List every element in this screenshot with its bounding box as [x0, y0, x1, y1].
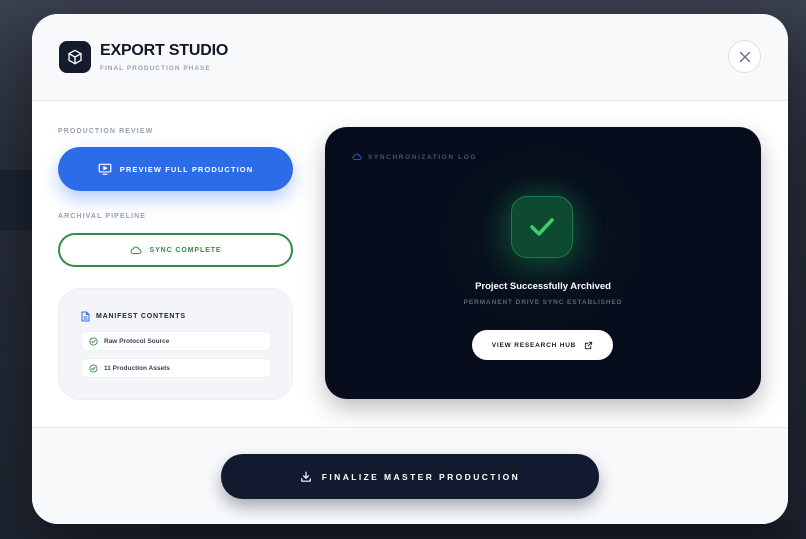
archival-pipeline-label: ARCHIVAL PIPELINE — [58, 213, 147, 220]
sync-complete-button[interactable]: SYNC COMPLETE — [58, 233, 293, 267]
close-button[interactable] — [728, 40, 761, 73]
monitor-play-icon — [98, 163, 112, 175]
document-icon — [81, 311, 90, 322]
check-circle-icon — [89, 363, 98, 373]
manifest-item-label: 11 Production Assets — [104, 364, 170, 372]
list-item: Raw Protocol Source — [81, 331, 271, 351]
archive-status-headline: Project Successfully Archived — [475, 281, 611, 292]
close-icon — [739, 51, 750, 62]
production-review-label: PRODUCTION REVIEW — [58, 128, 154, 135]
modal-footer: FINALIZE MASTER PRODUCTION — [32, 427, 788, 524]
cube-icon — [59, 41, 91, 73]
view-research-hub-button[interactable]: VIEW RESEARCH HUB — [472, 330, 613, 360]
log-title: SYNCHRONIZATION LOG — [368, 153, 477, 161]
manifest-header: MANIFEST CONTENTS — [81, 311, 186, 322]
modal-header: EXPORT STUDIO FINAL PRODUCTION PHASE — [32, 14, 788, 101]
synchronization-log-panel: SYNCHRONIZATION LOG Project Successfully… — [325, 127, 761, 399]
export-studio-modal: EXPORT STUDIO FINAL PRODUCTION PHASE PRO… — [32, 14, 788, 524]
manifest-title: MANIFEST CONTENTS — [96, 313, 186, 320]
finalize-master-production-button[interactable]: FINALIZE MASTER PRODUCTION — [221, 454, 599, 499]
sync-button-label: SYNC COMPLETE — [149, 246, 222, 254]
manifest-card: MANIFEST CONTENTS Raw Protocol Source 11… — [58, 288, 293, 400]
manifest-item-label: Raw Protocol Source — [104, 337, 170, 345]
modal-subtitle: FINAL PRODUCTION PHASE — [100, 65, 211, 72]
success-badge — [511, 196, 573, 258]
check-circle-icon — [89, 336, 98, 346]
modal-title: EXPORT STUDIO — [100, 42, 229, 59]
log-header: SYNCHRONIZATION LOG — [352, 153, 477, 161]
checkmark-icon — [530, 218, 554, 236]
hub-button-label: VIEW RESEARCH HUB — [491, 341, 577, 349]
external-link-icon — [585, 341, 593, 349]
preview-full-production-button[interactable]: PREVIEW FULL PRODUCTION — [58, 147, 293, 191]
cloud-icon — [130, 246, 141, 254]
archive-status-subline: PERMANENT DRIVE SYNC ESTABLISHED — [463, 299, 623, 306]
cloud-icon — [352, 153, 362, 160]
finalize-button-label: FINALIZE MASTER PRODUCTION — [321, 471, 521, 482]
preview-button-label: PREVIEW FULL PRODUCTION — [119, 164, 254, 174]
download-icon — [300, 471, 311, 482]
list-item: 11 Production Assets — [81, 358, 271, 378]
